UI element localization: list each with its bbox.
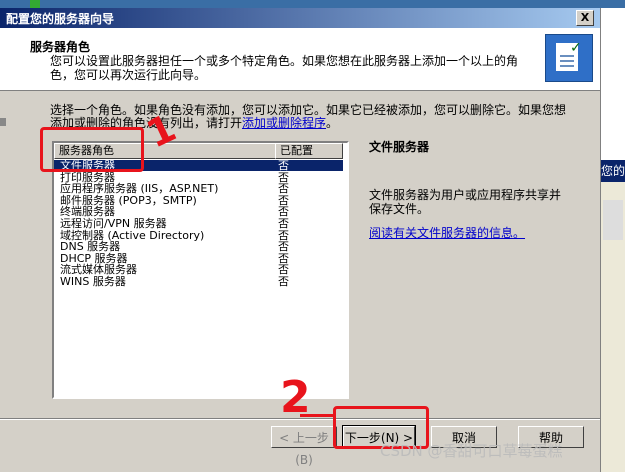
- header-title: 服务器角色: [30, 40, 91, 54]
- watermark: CSDN @香甜可口草莓蛋糕: [380, 442, 563, 460]
- role-row[interactable]: 远程访问/VPN 服务器 否: [54, 218, 343, 229]
- back-button[interactable]: < 上一步(B): [271, 426, 337, 467]
- header-description: 您可以设置此服务器担任一个或多个特定角色。如果您想在此服务器上添加一个以上的角色…: [50, 54, 519, 82]
- server-roles-list[interactable]: 服务器角色 已配置 文件服务器否打印服务器否应用程序服务器 (IIS，ASP.N…: [52, 141, 349, 399]
- close-button[interactable]: X: [576, 10, 594, 26]
- role-row[interactable]: DNS 服务器 否: [54, 241, 343, 252]
- title-bar: 配置您的服务器向导 X: [0, 8, 600, 28]
- role-configured: 否: [278, 275, 289, 288]
- role-row[interactable]: 打印服务器 否: [54, 172, 343, 183]
- desktop-background: [0, 0, 625, 8]
- column-header-configured[interactable]: 已配置: [275, 143, 343, 159]
- role-row[interactable]: WINS 服务器 否: [54, 276, 343, 287]
- left-edge-marker: [0, 118, 6, 126]
- annotation-arrow-line: [300, 414, 334, 417]
- role-configured: 否: [278, 251, 289, 265]
- wizard-header: 服务器角色 您可以设置此服务器担任一个或多个特定角色。如果您想在此服务器上添加一…: [0, 28, 600, 91]
- background-window-title: 您的: [599, 160, 625, 182]
- role-configured: 否: [278, 228, 289, 242]
- role-row[interactable]: 应用程序服务器 (IIS，ASP.NET) 否: [54, 183, 343, 194]
- role-configured: 否: [278, 263, 289, 277]
- role-name: DNS 服务器: [60, 240, 121, 254]
- server-config-icon: ✓: [545, 34, 593, 82]
- desktop-icon: [30, 0, 40, 8]
- role-configured: 否: [278, 159, 289, 172]
- role-configured: 否: [278, 193, 289, 207]
- role-row[interactable]: 流式媒体服务器 否: [54, 264, 343, 275]
- role-name: 域控制器 (Active Directory): [60, 228, 205, 242]
- read-about-file-server-link[interactable]: 阅读有关文件服务器的信息。: [369, 224, 525, 241]
- role-name: WINS 服务器: [60, 275, 126, 288]
- role-configured: 否: [278, 182, 289, 196]
- role-row[interactable]: 域控制器 (Active Directory) 否: [54, 230, 343, 241]
- role-name: 流式媒体服务器: [60, 263, 137, 277]
- role-configured: 否: [278, 170, 289, 184]
- detail-description: 文件服务器为用户或应用程序共享并保存文件。: [369, 188, 562, 216]
- role-configured: 否: [278, 240, 289, 254]
- role-configured: 否: [278, 205, 289, 219]
- window-title: 配置您的服务器向导: [6, 12, 115, 26]
- role-name: 打印服务器: [60, 170, 115, 184]
- annotation-box-role: [40, 127, 144, 172]
- background-window[interactable]: 您的: [598, 160, 625, 472]
- role-name: 远程访问/VPN 服务器: [60, 217, 167, 230]
- background-window-content: [603, 200, 623, 240]
- role-name: 应用程序服务器 (IIS，ASP.NET): [60, 182, 219, 196]
- role-name: 终端服务器: [60, 205, 115, 219]
- add-remove-programs-link[interactable]: 添加或删除程序: [242, 116, 326, 130]
- detail-title: 文件服务器: [369, 140, 430, 154]
- role-configured: 否: [278, 217, 289, 230]
- role-row[interactable]: 终端服务器 否: [54, 206, 343, 217]
